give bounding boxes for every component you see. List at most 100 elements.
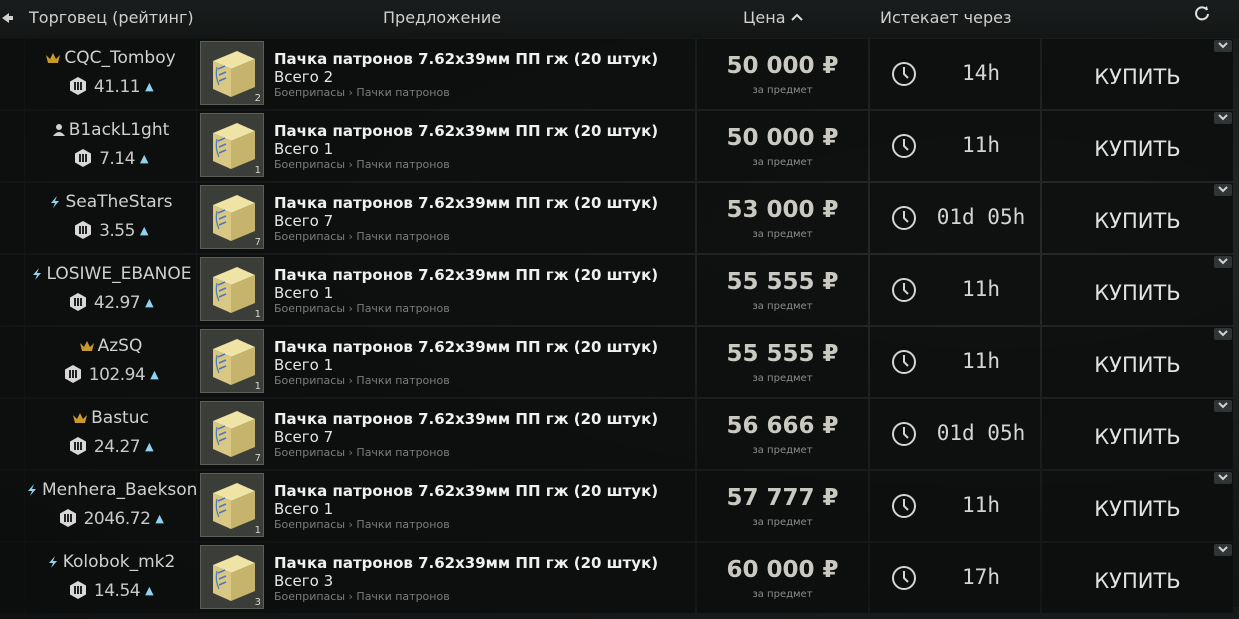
chevron-down-icon[interactable] <box>1214 184 1232 196</box>
item-category[interactable]: Боеприпасы › Пачки патронов <box>274 590 450 603</box>
price-per-item: за предмет <box>752 229 813 240</box>
trader-cell[interactable]: B1ackL1ght 7.14 ▲ <box>25 111 196 181</box>
buy-button[interactable]: КУПИТЬ <box>1042 327 1233 397</box>
chevron-down-icon[interactable] <box>1214 328 1232 340</box>
offer-cell[interactable]: 7 Пачка патронов 7.62x39мм ПП гж (20 шту… <box>197 399 695 469</box>
item-name[interactable]: Пачка патронов 7.62x39мм ПП гж (20 штук) <box>274 338 658 356</box>
item-category[interactable]: Боеприпасы › Пачки патронов <box>274 518 450 531</box>
item-thumbnail[interactable]: 1 <box>200 329 264 393</box>
trader-cell[interactable]: SeaTheStars 3.55 ▲ <box>25 183 196 253</box>
expires-value: 11h <box>962 493 1000 517</box>
buy-button[interactable]: КУПИТЬ <box>1042 255 1233 325</box>
header-expires[interactable]: Истекает через <box>880 8 1011 27</box>
chevron-down-icon[interactable] <box>1214 256 1232 268</box>
buy-button[interactable]: КУПИТЬ <box>1042 471 1233 541</box>
item-total: Всего 1 <box>274 284 334 302</box>
expires-cell: 11h <box>870 471 1040 541</box>
expires-cell: 11h <box>870 111 1040 181</box>
item-name[interactable]: Пачка патронов 7.62x39мм ПП гж (20 штук) <box>274 122 658 140</box>
rating-hex-icon <box>64 365 81 383</box>
rating-up-icon: ▲ <box>145 80 154 93</box>
buy-cell: КУПИТЬ <box>1042 39 1233 109</box>
trader-cell[interactable]: CQC_Tomboy 41.11 ▲ <box>25 39 196 109</box>
item-total: Всего 1 <box>274 500 334 518</box>
item-category[interactable]: Боеприпасы › Пачки патронов <box>274 86 450 99</box>
buy-button[interactable]: КУПИТЬ <box>1042 39 1233 109</box>
ammo-pack-icon <box>213 195 255 241</box>
offers-list: CQC_Tomboy 41.11 ▲ 2 Пачка патронов 7.62… <box>0 38 1239 614</box>
item-category[interactable]: Боеприпасы › Пачки патронов <box>274 374 450 387</box>
clock-icon <box>892 62 916 86</box>
item-thumbnail[interactable]: 7 <box>200 185 264 249</box>
refresh-icon[interactable] <box>1194 5 1210 21</box>
trader-cell[interactable]: Kolobok_mk2 14.54 ▲ <box>25 543 196 613</box>
offer-cell[interactable]: 1 Пачка патронов 7.62x39мм ПП гж (20 шту… <box>197 255 695 325</box>
trader-rating: 14.54 <box>93 581 141 601</box>
chevron-down-icon[interactable] <box>1214 400 1232 412</box>
offer-cell[interactable]: 1 Пачка патронов 7.62x39мм ПП гж (20 шту… <box>197 327 695 397</box>
item-thumbnail[interactable]: 7 <box>200 401 264 465</box>
trader-name[interactable]: B1ackL1ght <box>69 120 170 140</box>
offer-cell[interactable]: 7 Пачка патронов 7.62x39мм ПП гж (20 шту… <box>197 183 695 253</box>
offer-cell[interactable]: 1 Пачка патронов 7.62x39мм ПП гж (20 шту… <box>197 111 695 181</box>
offer-cell[interactable]: 3 Пачка патронов 7.62x39мм ПП гж (20 шту… <box>197 543 695 613</box>
price-value: 55 555 ₽ <box>726 269 839 295</box>
item-thumbnail[interactable]: 1 <box>200 257 264 321</box>
trader-cell[interactable]: LOSIWE_EBANOE 42.97 ▲ <box>25 255 196 325</box>
header-trader-rating[interactable]: Торговец (рейтинг) <box>29 8 194 27</box>
trader-name[interactable]: LOSIWE_EBANOE <box>47 264 192 284</box>
buy-button[interactable]: КУПИТЬ <box>1042 183 1233 253</box>
header-price[interactable]: Цена <box>743 8 786 27</box>
price-cell: 50 000 ₽ за предмет <box>697 39 868 109</box>
item-thumbnail[interactable]: 2 <box>200 41 264 105</box>
buy-cell: КУПИТЬ <box>1042 111 1233 181</box>
item-thumbnail[interactable]: 1 <box>200 473 264 537</box>
trader-name[interactable]: Menhera_Baekson <box>42 480 197 500</box>
offer-cell[interactable]: 2 Пачка патронов 7.62x39мм ПП гж (20 шту… <box>197 39 695 109</box>
trader-name[interactable]: CQC_Tomboy <box>64 48 175 68</box>
chevron-down-icon[interactable] <box>1214 544 1232 556</box>
buy-button[interactable]: КУПИТЬ <box>1042 111 1233 181</box>
chevron-down-icon[interactable] <box>1214 112 1232 124</box>
item-name[interactable]: Пачка патронов 7.62x39мм ПП гж (20 штук) <box>274 554 658 572</box>
ammo-pack-icon <box>213 123 255 169</box>
chevron-down-icon[interactable] <box>1214 472 1232 484</box>
trader-name[interactable]: AzSQ <box>98 336 143 356</box>
clock-icon <box>892 278 916 302</box>
stack-count: 1 <box>254 525 261 536</box>
ammo-pack-icon <box>213 411 255 457</box>
clock-icon <box>892 566 916 590</box>
price-cell: 50 000 ₽ за предмет <box>697 111 868 181</box>
expires-cell: 11h <box>870 255 1040 325</box>
rating-up-icon: ▲ <box>139 224 148 237</box>
stack-count: 2 <box>254 93 261 104</box>
item-name[interactable]: Пачка патронов 7.62x39мм ПП гж (20 штук) <box>274 266 658 284</box>
price-per-item: за предмет <box>752 85 813 96</box>
item-thumbnail[interactable]: 3 <box>200 545 264 609</box>
item-thumbnail[interactable]: 1 <box>200 113 264 177</box>
rating-up-icon: ▲ <box>150 368 159 381</box>
sort-ascending-icon[interactable] <box>791 12 803 22</box>
item-category[interactable]: Боеприпасы › Пачки патронов <box>274 230 450 243</box>
item-name[interactable]: Пачка патронов 7.62x39мм ПП гж (20 штук) <box>274 482 658 500</box>
trader-cell[interactable]: Menhera_Baekson 2046.72 ▲ <box>25 471 197 541</box>
buy-button[interactable]: КУПИТЬ <box>1042 399 1233 469</box>
price-cell: 55 555 ₽ за предмет <box>697 255 868 325</box>
chevron-down-icon[interactable] <box>1214 40 1232 52</box>
item-category[interactable]: Боеприпасы › Пачки патронов <box>274 302 450 315</box>
trader-name[interactable]: Bastuc <box>91 408 149 428</box>
trader-name[interactable]: SeaTheStars <box>65 192 172 212</box>
trader-cell[interactable]: AzSQ 102.94 ▲ <box>25 327 196 397</box>
back-arrow-icon[interactable] <box>0 11 14 25</box>
stack-count: 1 <box>254 381 261 392</box>
item-category[interactable]: Боеприпасы › Пачки патронов <box>274 158 450 171</box>
item-name[interactable]: Пачка патронов 7.62x39мм ПП гж (20 штук) <box>274 50 658 68</box>
header-offer[interactable]: Предложение <box>383 8 501 27</box>
buy-button[interactable]: КУПИТЬ <box>1042 543 1233 613</box>
item-name[interactable]: Пачка патронов 7.62x39мм ПП гж (20 штук) <box>274 194 658 212</box>
trader-name[interactable]: Kolobok_mk2 <box>63 552 176 572</box>
item-category[interactable]: Боеприпасы › Пачки патронов <box>274 446 450 459</box>
trader-cell[interactable]: Bastuc 24.27 ▲ <box>25 399 196 469</box>
item-name[interactable]: Пачка патронов 7.62x39мм ПП гж (20 штук) <box>274 410 658 428</box>
offer-cell[interactable]: 1 Пачка патронов 7.62x39мм ПП гж (20 шту… <box>197 471 695 541</box>
